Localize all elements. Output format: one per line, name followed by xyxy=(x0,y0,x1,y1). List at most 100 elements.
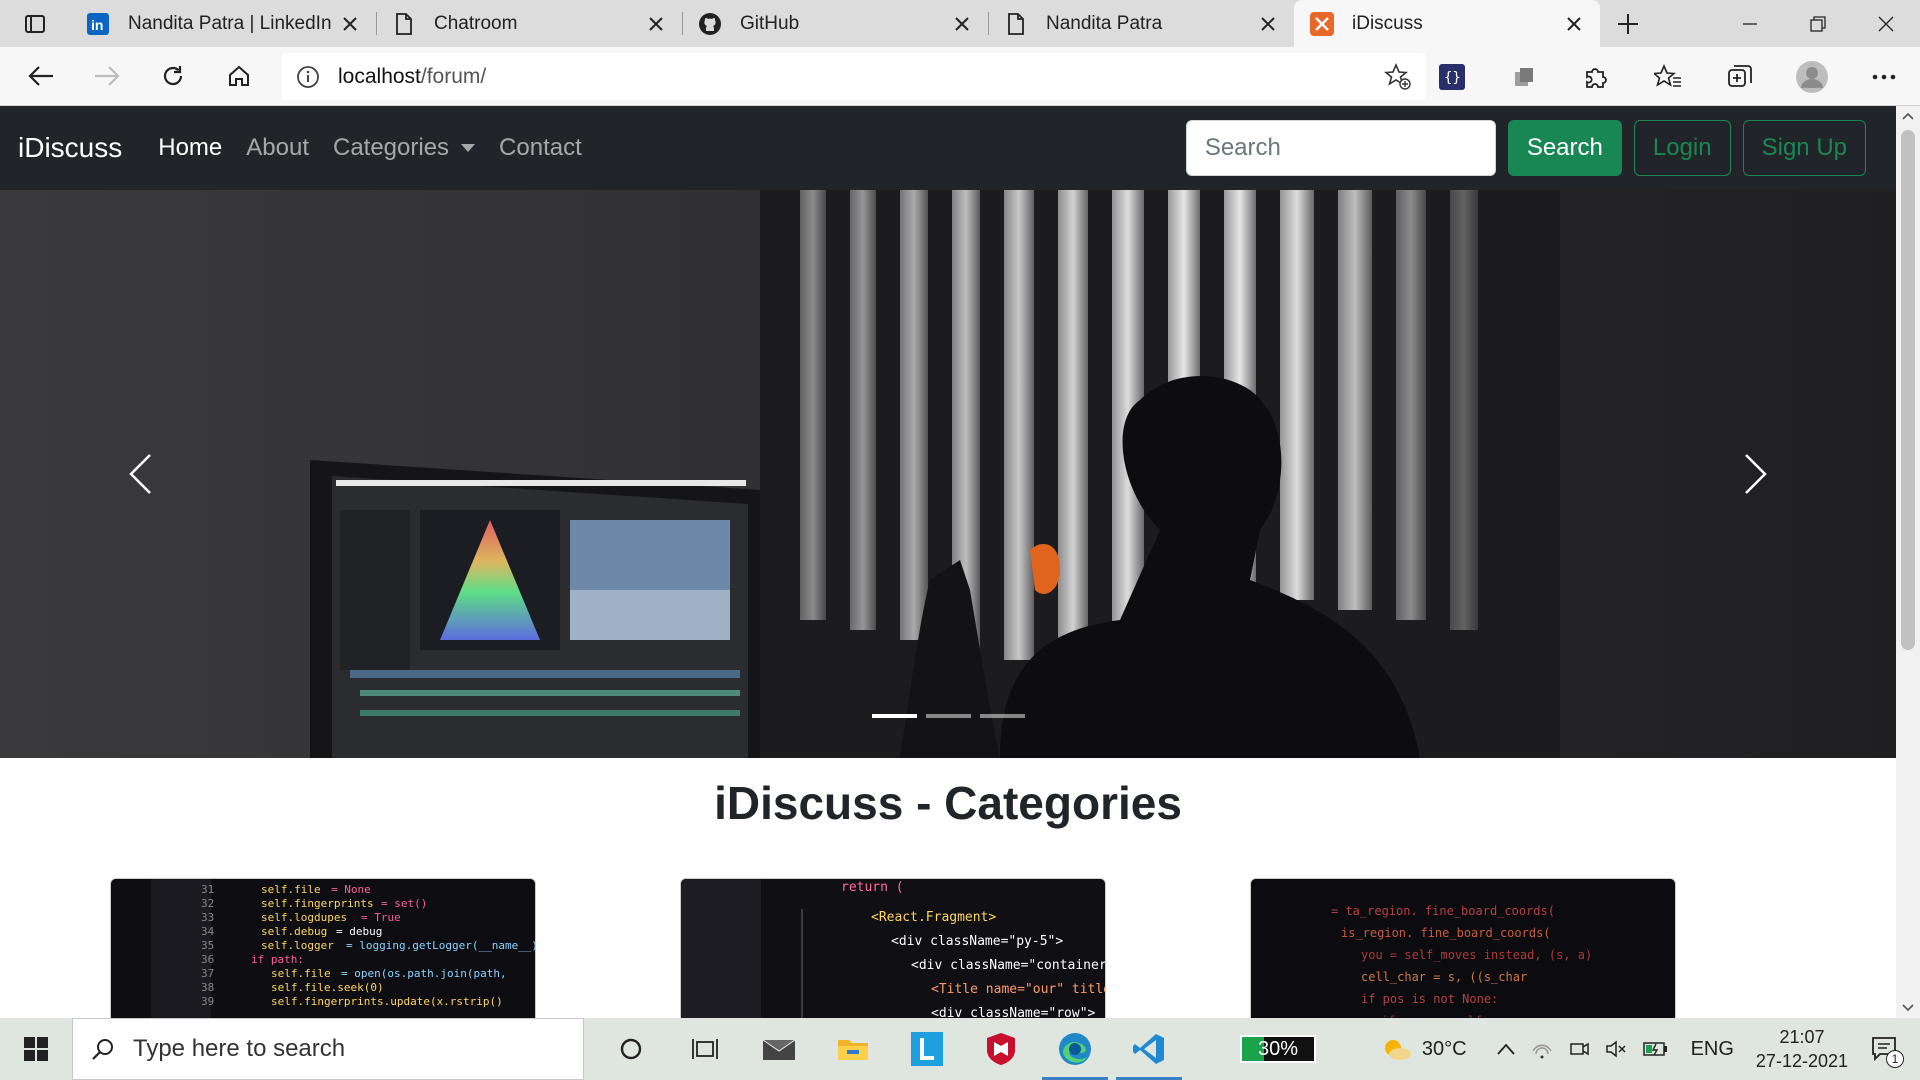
svg-text:self.fingerprints: self.fingerprints xyxy=(261,897,374,910)
volume-button[interactable] xyxy=(1605,1039,1627,1059)
close-tab-icon[interactable] xyxy=(644,12,668,36)
edge-icon xyxy=(1059,1033,1091,1065)
language-indicator[interactable]: ENG xyxy=(1691,1038,1734,1061)
login-button[interactable]: Login xyxy=(1633,120,1731,176)
forward-button[interactable] xyxy=(74,52,140,100)
browser-tab-idiscuss[interactable]: iDiscuss xyxy=(1294,0,1600,47)
browser-tab-linkedin[interactable]: in Nandita Patra | LinkedIn xyxy=(70,0,376,47)
category-card-1[interactable]: 31 self.file = None 32 self.fingerprints = s… xyxy=(110,878,536,1018)
page-icon xyxy=(1004,12,1028,36)
battery-indicator: 30% xyxy=(1240,1035,1316,1063)
weather-widget[interactable]: 30°C xyxy=(1380,1036,1467,1062)
nav-link-categories-label: Categories xyxy=(332,134,450,161)
start-button[interactable] xyxy=(0,1018,72,1080)
nav-link-about[interactable]: About xyxy=(246,134,309,162)
nav-dropdown-categories[interactable]: Categories xyxy=(332,134,476,162)
scrollbar-thumb[interactable] xyxy=(1901,130,1915,650)
page-scrollbar[interactable] xyxy=(1896,106,1920,1018)
meet-now-button[interactable] xyxy=(1569,1039,1589,1059)
new-tab-button[interactable] xyxy=(1600,0,1656,47)
mail-icon xyxy=(762,1039,796,1060)
taskbar-app-l[interactable] xyxy=(890,1018,964,1080)
extensions-button[interactable] xyxy=(1560,53,1632,101)
taskbar-vscode[interactable] xyxy=(1112,1018,1186,1080)
taskbar-edge[interactable] xyxy=(1038,1018,1112,1080)
avatar-icon xyxy=(1796,60,1828,93)
info-icon[interactable] xyxy=(296,65,320,89)
copy-extension-button[interactable] xyxy=(1488,53,1560,101)
task-view-button[interactable] xyxy=(668,1018,742,1080)
close-window-button[interactable] xyxy=(1852,0,1920,47)
taskbar-mail[interactable] xyxy=(742,1018,816,1080)
svg-text:cell_char = s, ((s_char: cell_char = s, ((s_char xyxy=(1361,970,1527,984)
svg-text:{}: {} xyxy=(1444,70,1461,86)
carousel-prev-button[interactable] xyxy=(0,190,280,758)
favorites-button[interactable] xyxy=(1632,53,1704,101)
mcafee-shield-icon xyxy=(987,1033,1015,1065)
svg-text:is_region. fine_board_coords(: is_region. fine_board_coords( xyxy=(1341,926,1551,940)
carousel-slide-image xyxy=(0,190,1896,758)
browser-tab-nandita-patra[interactable]: Nandita Patra xyxy=(988,0,1294,47)
category-card-image: return ( <React.Fragment> <div className… xyxy=(681,879,1106,1018)
nav-link-home[interactable]: Home xyxy=(158,134,222,162)
category-card-2[interactable]: return ( <React.Fragment> <div className… xyxy=(680,878,1106,1018)
brand-logo[interactable]: iDiscuss xyxy=(18,132,122,164)
network-button[interactable] xyxy=(1531,1039,1553,1059)
search-form: Search Login Sign Up xyxy=(1185,120,1866,176)
svg-text:self.file: self.file xyxy=(261,883,321,896)
close-tab-icon[interactable] xyxy=(1562,12,1586,36)
restore-button[interactable] xyxy=(1784,0,1852,47)
add-favorite-icon[interactable] xyxy=(1383,62,1412,96)
show-hidden-icons-button[interactable] xyxy=(1496,1043,1515,1055)
tab-title: Chatroom xyxy=(434,12,518,34)
svg-text:<Title name="our" title="produ: <Title name="our" title="product xyxy=(931,982,1106,997)
nav-link-contact[interactable]: Contact xyxy=(499,134,582,162)
svg-text:33: 33 xyxy=(201,911,214,924)
collections-button[interactable] xyxy=(1704,53,1776,101)
scroll-up-icon[interactable] xyxy=(1902,112,1914,120)
battery-button[interactable] xyxy=(1642,1041,1669,1057)
carousel-indicator-3[interactable] xyxy=(979,714,1025,718)
svg-text:in: in xyxy=(91,17,103,33)
tab-actions-button[interactable] xyxy=(0,0,70,47)
profile-button[interactable] xyxy=(1776,53,1848,101)
notification-center-button[interactable]: 1 xyxy=(1870,1034,1904,1068)
cortana-button[interactable] xyxy=(594,1018,668,1080)
tab-title: Nandita Patra | LinkedIn xyxy=(128,12,332,34)
close-tab-icon[interactable] xyxy=(1256,12,1280,36)
home-button[interactable] xyxy=(206,52,272,100)
carousel-next-button[interactable] xyxy=(1616,190,1896,758)
address-bar[interactable]: localhost/forum/ xyxy=(282,53,1426,100)
category-card-image: = ta_region. fine_board_coords( is_regio… xyxy=(1251,879,1675,1018)
page-viewport: iDiscuss Home About Categories Contact S… xyxy=(0,106,1896,1018)
close-tab-icon[interactable] xyxy=(338,12,362,36)
search-button[interactable]: Search xyxy=(1507,120,1622,176)
minimize-button[interactable] xyxy=(1716,0,1784,47)
taskbar-file-explorer[interactable] xyxy=(816,1018,890,1080)
taskbar-mcafee[interactable] xyxy=(964,1018,1038,1080)
collections-icon xyxy=(1728,64,1752,87)
browser-tab-chatroom[interactable]: Chatroom xyxy=(376,0,682,47)
carousel-indicator-2[interactable] xyxy=(925,714,971,718)
windows-icon xyxy=(24,1037,48,1061)
svg-text:self.logdupes: self.logdupes xyxy=(261,911,347,924)
refresh-button[interactable] xyxy=(140,52,206,100)
settings-menu-button[interactable] xyxy=(1848,53,1920,101)
category-card-3[interactable]: = ta_region. fine_board_coords( is_regio… xyxy=(1250,878,1676,1018)
svg-text:<div className="row">: <div className="row"> xyxy=(931,1006,1096,1018)
clock[interactable]: 21:07 27-12-2021 xyxy=(1756,1025,1848,1073)
home-icon xyxy=(229,65,249,86)
carousel-indicator-1[interactable] xyxy=(871,714,917,718)
search-input[interactable] xyxy=(1185,120,1496,176)
back-button[interactable] xyxy=(8,52,74,100)
svg-text:self.debug: self.debug xyxy=(261,925,327,938)
tab-actions-icon xyxy=(25,14,45,33)
close-icon xyxy=(1878,16,1894,31)
taskbar-search-box[interactable]: Type here to search xyxy=(72,1018,584,1080)
json-extension-button[interactable]: {} xyxy=(1416,53,1488,101)
scroll-down-icon[interactable] xyxy=(1902,1004,1914,1012)
svg-text:<React.Fragment>: <React.Fragment> xyxy=(871,910,996,925)
signup-button[interactable]: Sign Up xyxy=(1742,120,1866,176)
close-tab-icon[interactable] xyxy=(950,12,974,36)
browser-tab-github[interactable]: GitHub xyxy=(682,0,988,47)
